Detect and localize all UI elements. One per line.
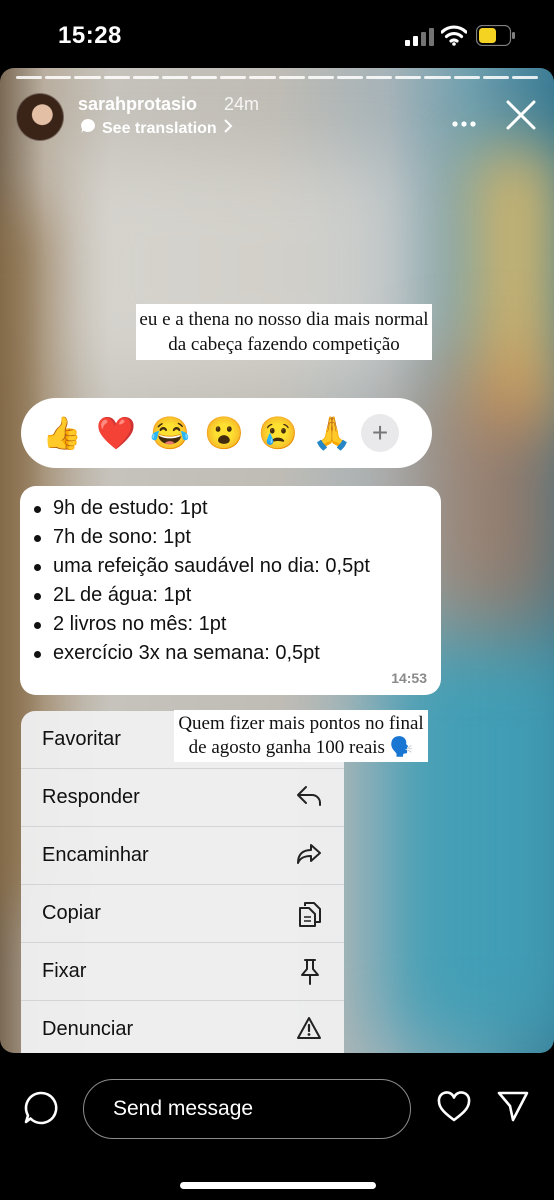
progress-segment [453,76,480,79]
battery-icon [475,24,515,47]
story-viewer[interactable]: sarahprotasio 24m See translation eu e a… [0,68,554,1053]
menu-item-responder[interactable]: Responder [21,769,344,827]
avatar[interactable] [16,93,64,141]
list-item: 2 livros no mês: 1pt [34,610,441,639]
copy-icon [298,900,322,933]
cellular-signal-icon [405,28,435,46]
menu-item-label: Favoritar [42,728,121,750]
context-menu: Favoritar Responder Encaminhar Copiar Fi… [21,711,344,1053]
list-item: 2L de água: 1pt [34,581,441,610]
send-icon[interactable] [496,1089,530,1128]
progress-segment [336,76,364,79]
send-message-input[interactable]: Send message [83,1079,411,1139]
home-indicator[interactable] [180,1182,376,1189]
status-bar: 15:28 [0,0,554,68]
wifi-icon [440,24,468,51]
reaction-cry[interactable]: 😢 [251,398,305,468]
close-icon[interactable] [506,100,536,135]
list-item: uma refeição saudável no dia: 0,5pt [34,552,441,581]
translate-icon [80,118,96,139]
progress-segment [424,76,451,79]
menu-item-label: Copiar [42,902,101,924]
progress-segment [395,76,422,79]
progress-segment [103,76,130,79]
see-translation-link[interactable]: See translation [80,118,233,139]
progress-segment [74,76,101,79]
reaction-pray[interactable]: 🙏 [305,398,359,468]
menu-item-encaminhar[interactable]: Encaminhar [21,827,344,885]
menu-item-label: Encaminhar [42,844,149,866]
reaction-bar: 👍 ❤️ 😂 😮 😢 🙏 + [21,398,432,468]
progress-segment [366,76,393,79]
progress-segment [307,76,334,79]
story-caption-top: eu e a thena no nosso dia mais normal da… [136,304,432,360]
menu-item-label: Denunciar [42,1018,134,1040]
story-progress-bar [16,76,539,79]
more-options-icon[interactable] [452,114,476,132]
story-caption-bottom: Quem fizer mais pontos no final de agost… [174,710,428,762]
menu-item-label: Fixar [42,960,87,982]
story-header: sarahprotasio 24m See translation [16,90,538,141]
progress-segment [249,76,276,79]
add-reaction-button[interactable]: + [361,414,399,452]
progress-segment [191,76,218,79]
reaction-heart[interactable]: ❤️ [89,398,143,468]
progress-segment [278,76,305,79]
progress-segment [511,76,539,79]
progress-segment [45,76,72,79]
pin-icon [298,958,322,991]
menu-item-copiar[interactable]: Copiar [21,885,344,943]
progress-segment [220,76,247,79]
reaction-wow[interactable]: 😮 [197,398,251,468]
progress-segment [161,76,189,79]
progress-segment [132,76,159,79]
time-ago: 24m [224,94,260,114]
list-item: exercício 3x na semana: 0,5pt [34,639,441,668]
reaction-thumbs-up[interactable]: 👍 [35,398,89,468]
list-item: 7h de sono: 1pt [34,523,441,552]
list-item: 9h de estudo: 1pt [34,494,441,523]
reply-icon [296,784,322,813]
chevron-right-icon [223,119,233,138]
menu-item-label: Responder [42,786,140,808]
reaction-laugh[interactable]: 😂 [143,398,197,468]
chat-bubble-icon[interactable] [24,1091,58,1130]
status-time: 15:28 [58,22,122,49]
heart-icon[interactable] [437,1091,471,1128]
progress-segment [482,76,509,79]
menu-item-fixar[interactable]: Fixar [21,943,344,1001]
menu-item-denunciar[interactable]: Denunciar [21,1001,344,1053]
progress-segment [16,76,43,79]
warning-icon [296,1016,322,1045]
message-timestamp: 14:53 [391,670,427,686]
see-translation-label: See translation [102,119,217,137]
send-message-placeholder: Send message [113,1097,254,1120]
story-reply-bar: Send message [0,1053,554,1200]
forward-icon [296,842,322,871]
message-list: 9h de estudo: 1pt 7h de sono: 1pt uma re… [20,486,441,668]
message-bubble[interactable]: 9h de estudo: 1pt 7h de sono: 1pt uma re… [20,486,441,695]
username[interactable]: sarahprotasio [78,94,197,115]
